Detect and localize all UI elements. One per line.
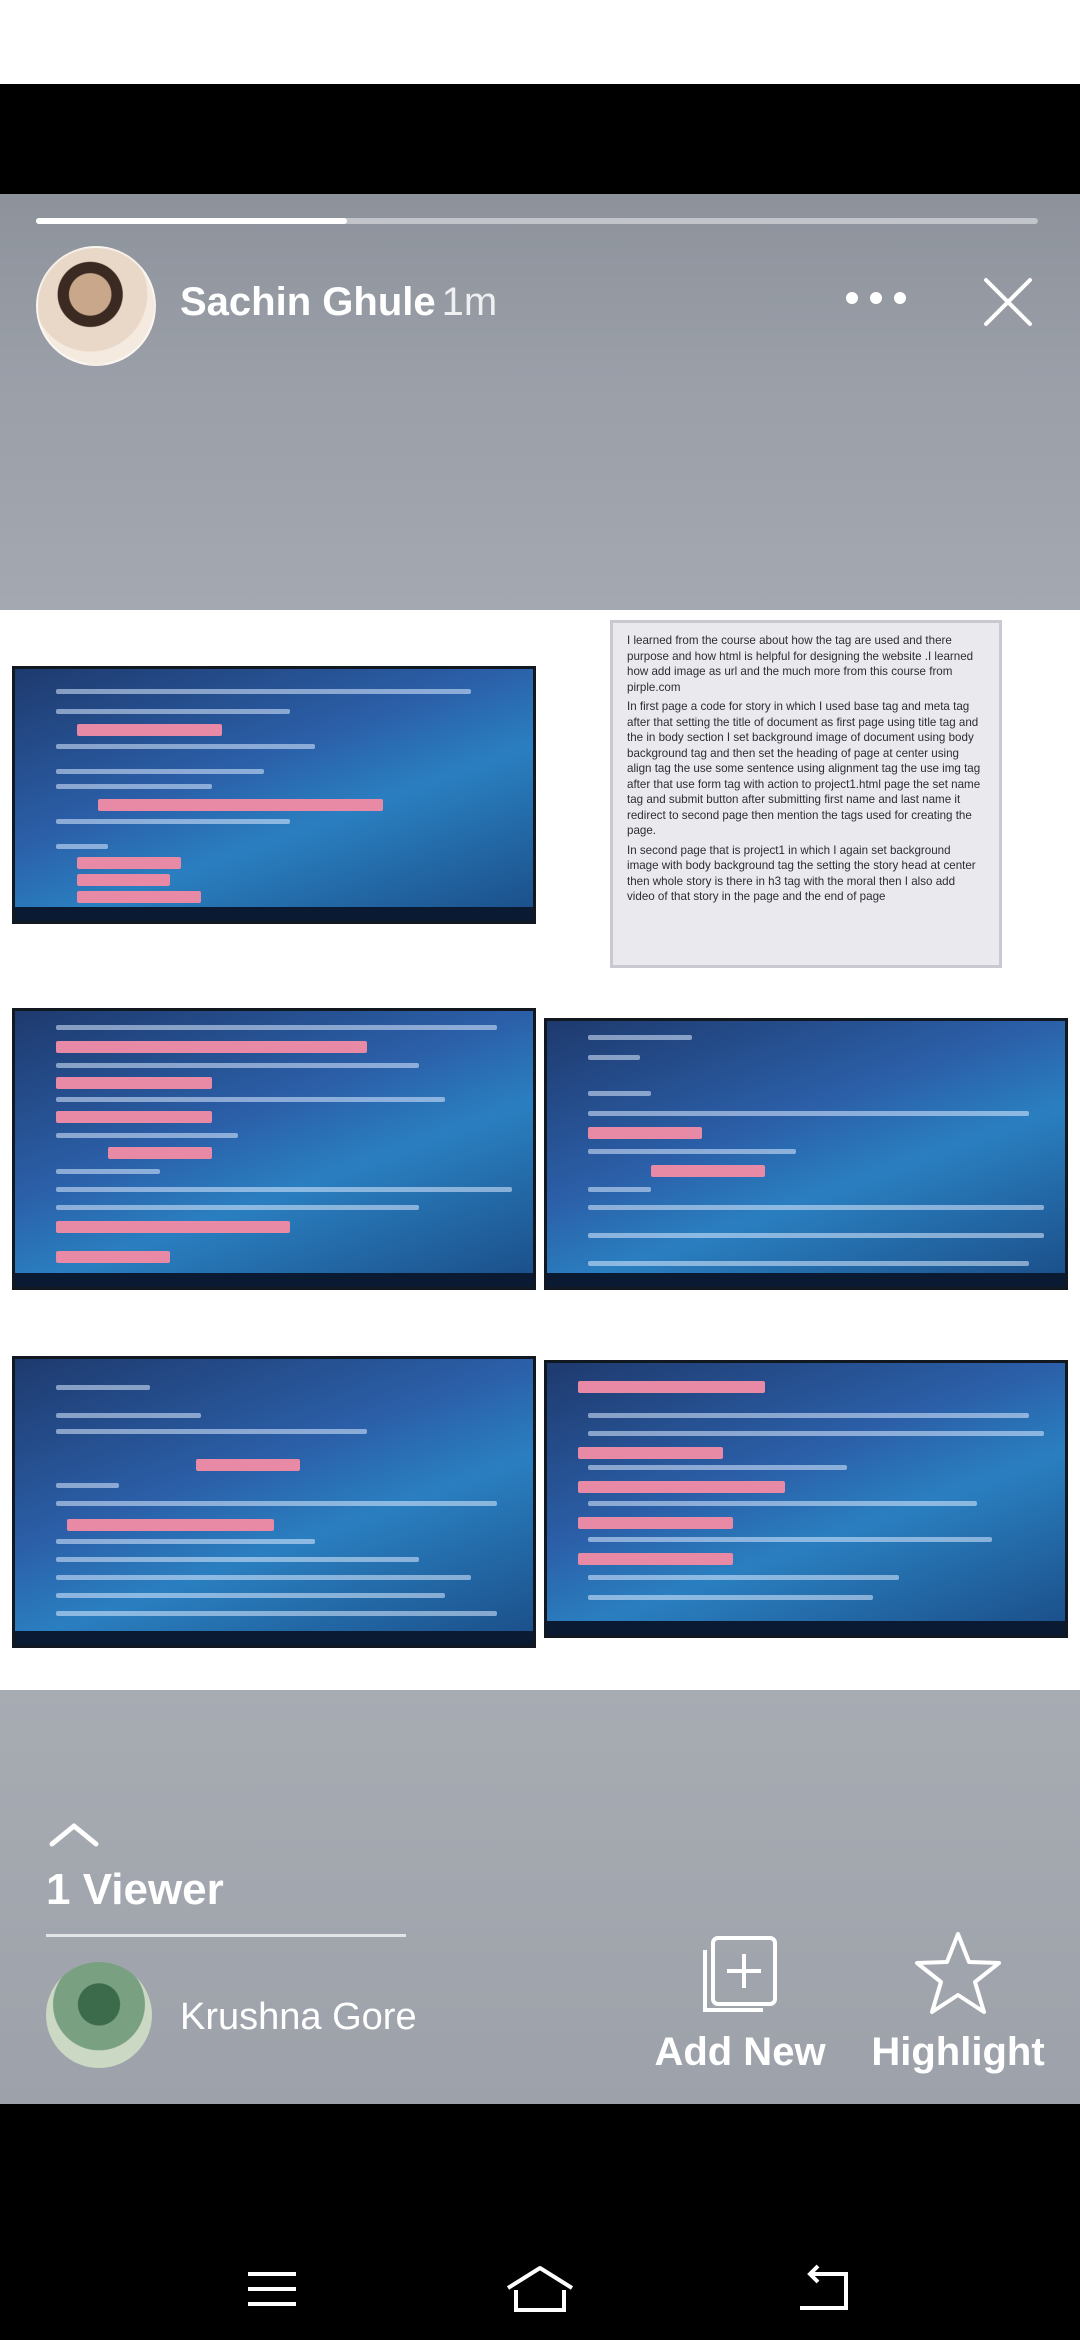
system-nav-bar	[0, 2104, 1080, 2340]
code-screenshot-3	[544, 1018, 1068, 1290]
add-new-icon	[703, 1936, 777, 2012]
document-screenshot: I learned from the course about how the …	[610, 620, 1002, 968]
code-screenshot-4	[12, 1356, 536, 1648]
chevron-up-icon[interactable]	[48, 1820, 100, 1848]
viewer-name[interactable]: Krushna Gore	[180, 1996, 417, 2039]
story-header: Sachin Ghule 1m	[0, 194, 1080, 610]
status-area	[0, 0, 1080, 84]
viewer-panel: 1 Viewer Krushna Gore Add New Highlight	[0, 1690, 1080, 2104]
story-progress-fill	[36, 218, 347, 224]
add-new-label: Add New	[654, 2030, 826, 2074]
menu-icon[interactable]	[242, 2264, 302, 2314]
viewer-avatar[interactable]	[46, 1962, 152, 2068]
back-icon[interactable]	[794, 2264, 854, 2314]
story-content: I learned from the course about how the …	[0, 610, 1080, 1690]
document-paragraph-1: I learned from the course about how the …	[627, 634, 974, 694]
author-name[interactable]: Sachin Ghule	[180, 280, 436, 324]
top-black-bar	[0, 84, 1080, 194]
viewer-divider	[46, 1934, 406, 1937]
code-screenshot-5	[544, 1360, 1068, 1638]
highlight-button[interactable]: Highlight	[868, 1930, 1048, 2075]
more-dots-icon[interactable]	[846, 280, 906, 316]
home-icon[interactable]	[504, 2264, 576, 2314]
story-progress-bar	[36, 218, 1038, 224]
star-icon	[915, 1932, 1001, 2014]
highlight-label: Highlight	[871, 2030, 1045, 2074]
code-screenshot-2	[12, 1008, 536, 1290]
viewer-count[interactable]: 1 Viewer	[46, 1865, 224, 1915]
document-paragraph-3: In second page that is project1 in which…	[627, 843, 976, 904]
author-avatar[interactable]	[36, 246, 156, 366]
close-icon[interactable]	[980, 274, 1036, 330]
add-new-button[interactable]: Add New	[650, 1930, 830, 2075]
story-time: 1m	[441, 280, 498, 324]
author-name-row[interactable]: Sachin Ghule 1m	[180, 280, 497, 325]
document-paragraph-2: In first page a code for story in which …	[627, 700, 981, 837]
code-screenshot-1	[12, 666, 536, 924]
